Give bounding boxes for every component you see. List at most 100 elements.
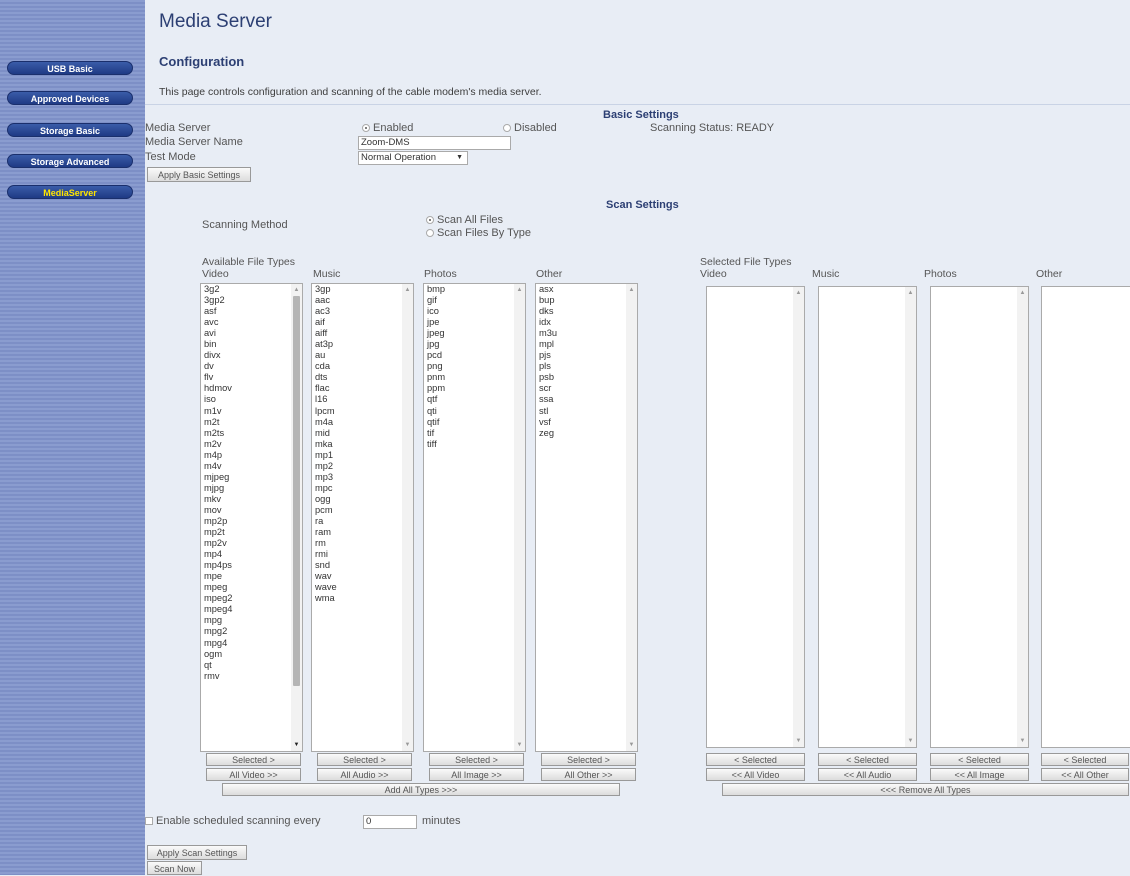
add-all-types-button[interactable]: Add All Types >>> bbox=[222, 783, 620, 796]
list-item[interactable]: ram bbox=[315, 527, 337, 538]
add-selected-music-button[interactable]: Selected > bbox=[317, 753, 412, 766]
remove-all-image-button[interactable]: << All Image bbox=[930, 768, 1029, 781]
scrollbar[interactable]: ▲ ▼ bbox=[905, 287, 916, 747]
list-item[interactable]: aiff bbox=[315, 328, 337, 339]
list-item[interactable]: bup bbox=[539, 295, 557, 306]
apply-basic-settings-button[interactable]: Apply Basic Settings bbox=[147, 167, 251, 182]
other-listbox[interactable]: asx bup dks idx m3u mpl pjs pls psb scr ssa stl vsf z… bbox=[535, 283, 638, 752]
list-item[interactable]: mp2 bbox=[315, 461, 337, 472]
list-item[interactable]: asf bbox=[204, 306, 232, 317]
selected-photos-listbox[interactable]: ▲ ▼ bbox=[930, 286, 1029, 748]
list-item[interactable]: avi bbox=[204, 328, 232, 339]
list-item[interactable]: hdmov bbox=[204, 383, 232, 394]
list-item[interactable]: wav bbox=[315, 571, 337, 582]
list-item[interactable]: mpeg2 bbox=[204, 593, 232, 604]
list-item[interactable]: iso bbox=[204, 394, 232, 405]
disabled-radio[interactable]: Disabled bbox=[503, 122, 557, 134]
list-item[interactable]: divx bbox=[204, 350, 232, 361]
list-item[interactable]: flv bbox=[204, 372, 232, 383]
list-item[interactable]: mp4 bbox=[204, 549, 232, 560]
list-item[interactable]: png bbox=[427, 361, 445, 372]
list-item[interactable]: stl bbox=[539, 406, 557, 417]
list-item[interactable]: aif bbox=[315, 317, 337, 328]
list-item[interactable]: 3gp2 bbox=[204, 295, 232, 306]
list-item[interactable]: m4a bbox=[315, 417, 337, 428]
list-item[interactable]: au bbox=[315, 350, 337, 361]
list-item[interactable]: 3g2 bbox=[204, 284, 232, 295]
list-item[interactable]: mp2p bbox=[204, 516, 232, 527]
list-item[interactable]: rmi bbox=[315, 549, 337, 560]
remove-selected-video-button[interactable]: < Selected bbox=[706, 753, 805, 766]
list-item[interactable]: vsf bbox=[539, 417, 557, 428]
add-all-other-button[interactable]: All Other >> bbox=[541, 768, 636, 781]
list-item[interactable]: l16 bbox=[315, 394, 337, 405]
list-item[interactable]: flac bbox=[315, 383, 337, 394]
list-item[interactable]: mp1 bbox=[315, 450, 337, 461]
scrollbar[interactable]: ▲ ▼ bbox=[291, 284, 302, 751]
list-item[interactable]: gif bbox=[427, 295, 445, 306]
list-item[interactable]: mp3 bbox=[315, 472, 337, 483]
list-item[interactable]: mov bbox=[204, 505, 232, 516]
remove-all-video-button[interactable]: << All Video bbox=[706, 768, 805, 781]
list-item[interactable]: tiff bbox=[427, 439, 445, 450]
list-item[interactable]: pcm bbox=[315, 505, 337, 516]
list-item[interactable]: m4p bbox=[204, 450, 232, 461]
list-item[interactable]: qtf bbox=[427, 394, 445, 405]
list-item[interactable]: at3p bbox=[315, 339, 337, 350]
list-item[interactable]: m2v bbox=[204, 439, 232, 450]
scrollbar[interactable]: ▲ ▼ bbox=[402, 284, 413, 751]
server-name-input[interactable]: Zoom-DMS bbox=[358, 136, 511, 150]
add-all-video-button[interactable]: All Video >> bbox=[206, 768, 301, 781]
remove-selected-music-button[interactable]: < Selected bbox=[818, 753, 917, 766]
list-item[interactable]: mpeg bbox=[204, 582, 232, 593]
list-item[interactable]: ppm bbox=[427, 383, 445, 394]
list-item[interactable]: wma bbox=[315, 593, 337, 604]
list-item[interactable]: qt bbox=[204, 660, 232, 671]
list-item[interactable]: aac bbox=[315, 295, 337, 306]
list-item[interactable]: bin bbox=[204, 339, 232, 350]
schedule-minutes-input[interactable]: 0 bbox=[363, 815, 417, 829]
video-listbox[interactable]: 3g2 3gp2 asf avc avi bin divx dv flv hdmov iso m1v m… bbox=[200, 283, 303, 752]
list-item[interactable]: ra bbox=[315, 516, 337, 527]
scan-now-button[interactable]: Scan Now bbox=[147, 861, 202, 875]
enabled-radio[interactable]: Enabled bbox=[362, 122, 413, 134]
list-item[interactable]: mid bbox=[315, 428, 337, 439]
list-item[interactable]: mp4ps bbox=[204, 560, 232, 571]
list-item[interactable]: ogg bbox=[315, 494, 337, 505]
list-item[interactable]: pcd bbox=[427, 350, 445, 361]
list-item[interactable]: mpg bbox=[204, 615, 232, 626]
list-item[interactable]: ac3 bbox=[315, 306, 337, 317]
test-mode-select[interactable]: Normal Operation ▼ bbox=[358, 151, 468, 165]
list-item[interactable]: ico bbox=[427, 306, 445, 317]
list-item[interactable]: dks bbox=[539, 306, 557, 317]
list-item[interactable]: idx bbox=[539, 317, 557, 328]
scrollbar[interactable]: ▲ ▼ bbox=[793, 287, 804, 747]
schedule-checkbox[interactable]: Enable scheduled scanning every bbox=[145, 815, 321, 827]
list-item[interactable]: pjs bbox=[539, 350, 557, 361]
list-item[interactable]: pls bbox=[539, 361, 557, 372]
nav-media-server[interactable]: MediaServer bbox=[7, 185, 133, 199]
list-item[interactable]: mpe bbox=[204, 571, 232, 582]
nav-approved-devices[interactable]: Approved Devices bbox=[7, 91, 133, 105]
scrollbar[interactable]: ▲ ▼ bbox=[514, 284, 525, 751]
list-item[interactable]: m2ts bbox=[204, 428, 232, 439]
list-item[interactable]: tif bbox=[427, 428, 445, 439]
list-item[interactable]: 3gp bbox=[315, 284, 337, 295]
scan-by-type-radio[interactable]: Scan Files By Type bbox=[426, 227, 531, 239]
list-item[interactable]: bmp bbox=[427, 284, 445, 295]
add-all-image-button[interactable]: All Image >> bbox=[429, 768, 524, 781]
list-item[interactable]: asx bbox=[539, 284, 557, 295]
selected-music-listbox[interactable]: ▲ ▼ bbox=[818, 286, 917, 748]
list-item[interactable]: scr bbox=[539, 383, 557, 394]
list-item[interactable]: wave bbox=[315, 582, 337, 593]
list-item[interactable]: qti bbox=[427, 406, 445, 417]
list-item[interactable]: mp2t bbox=[204, 527, 232, 538]
list-item[interactable]: snd bbox=[315, 560, 337, 571]
list-item[interactable]: mka bbox=[315, 439, 337, 450]
list-item[interactable]: m4v bbox=[204, 461, 232, 472]
scroll-thumb[interactable] bbox=[293, 296, 300, 686]
photos-listbox[interactable]: bmp gif ico jpe jpeg jpg pcd png pnm ppm qtf qti qti… bbox=[423, 283, 526, 752]
list-item[interactable]: zeg bbox=[539, 428, 557, 439]
add-selected-photos-button[interactable]: Selected > bbox=[429, 753, 524, 766]
list-item[interactable]: mjpg bbox=[204, 483, 232, 494]
